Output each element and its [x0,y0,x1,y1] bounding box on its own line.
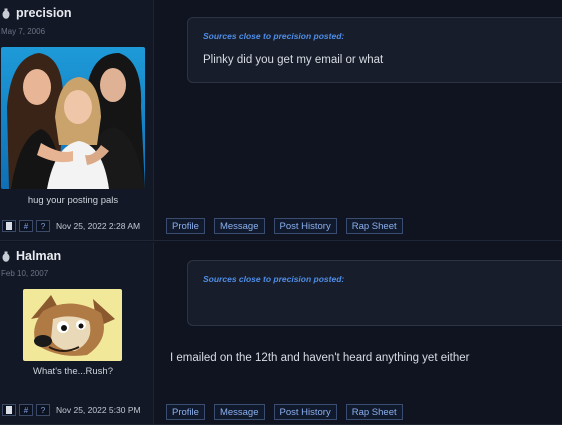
user-sidebar: Halman Feb 10, 2007 What's the...Rush? # [0,242,154,424]
avatar-caption: What's the...Rush? [33,366,113,377]
permalink-button[interactable]: # [19,220,33,232]
profile-button[interactable]: Profile [166,404,205,420]
join-date: May 7, 2006 [1,27,46,36]
avatar-photo [1,47,145,189]
post-actions: Profile Message Post History Rap Sheet [166,404,403,420]
message-button[interactable]: Message [213,404,265,420]
post-actions: Profile Message Post History Rap Sheet [166,218,403,234]
document-icon-button[interactable] [2,220,16,232]
quote-block: Sources close to precision posted: Plink… [187,17,562,83]
message-button[interactable]: Message [213,218,265,234]
join-date: Feb 10, 2007 [1,269,49,278]
user-sidebar: precision May 7, 2006 hug your posting p… [0,0,154,240]
doc-icon [6,222,12,230]
quote-header: Sources close to precision posted: [203,31,345,41]
post-icons: # ? Nov 25, 2022 2:28 AM [2,220,140,232]
document-icon-button[interactable] [2,404,16,416]
permalink-button[interactable]: # [19,404,33,416]
post-icons: # ? Nov 25, 2022 5:30 PM [2,404,141,416]
avatar-caption: hug your posting pals [27,195,119,206]
post-history-button[interactable]: Post History [273,218,337,234]
forum-post: Halman Feb 10, 2007 What's the...Rush? # [0,242,562,425]
grenade-icon [2,8,10,19]
username[interactable]: Halman [16,249,61,263]
doc-icon [6,406,12,414]
photo-of-three-women-icon [1,47,145,189]
profile-button[interactable]: Profile [166,218,205,234]
post-timestamp: Nov 25, 2022 5:30 PM [56,405,141,415]
avatar-image [23,289,122,361]
username[interactable]: precision [16,6,72,20]
forum-post: precision May 7, 2006 hug your posting p… [0,0,562,241]
quote-text: Plinky did you get my email or what [203,54,384,66]
quote-header: Sources close to precision posted: [203,274,345,284]
rap-sheet-button[interactable]: Rap Sheet [345,218,403,234]
user-row: Halman [2,249,61,263]
user-row: precision [2,6,72,20]
post-history-button[interactable]: Post History [273,404,337,420]
post-timestamp: Nov 25, 2022 2:28 AM [56,221,141,231]
cartoon-dog-icon [23,289,122,361]
help-button[interactable]: ? [36,220,50,232]
post-body-text: I emailed on the 12th and haven't heard … [170,352,470,364]
grenade-icon [2,251,10,262]
quote-block: Sources close to precision posted: [187,260,562,326]
rap-sheet-button[interactable]: Rap Sheet [345,404,403,420]
help-button[interactable]: ? [36,404,50,416]
